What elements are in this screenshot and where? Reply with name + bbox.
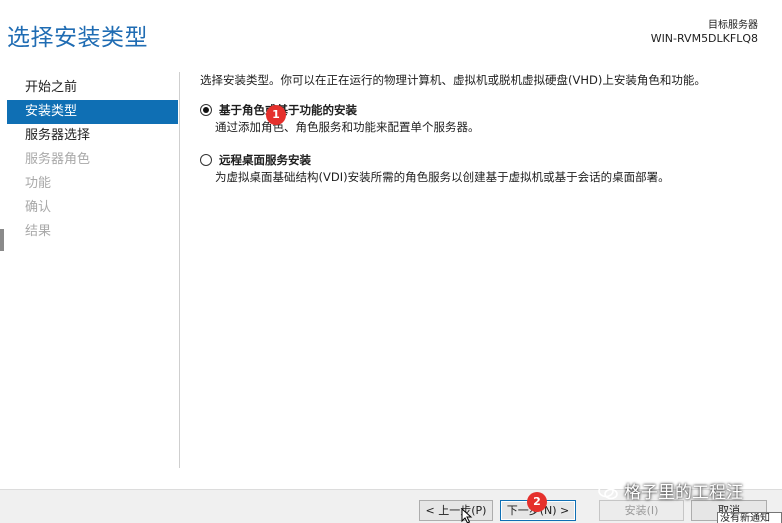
watermark: 格子里的工程汪 — [598, 478, 743, 503]
nav-divider — [179, 72, 180, 468]
previous-button[interactable]: < 上一步(P) — [419, 500, 493, 521]
nav-item-server-selection[interactable]: 服务器选择 — [7, 124, 178, 148]
option-description: 通过添加角色、角色服务和功能来配置单个服务器。 — [215, 120, 480, 134]
watermark-text: 格子里的工程汪 — [624, 483, 743, 503]
nav-item-confirmation: 确认 — [25, 200, 52, 215]
option-remote-desktop[interactable]: 远程桌面服务安装 为虚拟桌面基础结构(VDI)安装所需的角色服务以创建基于虚拟机… — [200, 152, 770, 185]
intro-text: 选择安装类型。你可以在正在运行的物理计算机、虚拟机或脱机虚拟硬盘(VHD)上安装… — [200, 73, 706, 87]
nav-item-server-roles: 服务器角色 — [25, 152, 91, 167]
radio-role-based[interactable] — [200, 104, 212, 116]
notification-tooltip: 没有新通知 — [717, 512, 782, 523]
mouse-cursor-icon — [461, 508, 473, 523]
option-description: 为虚拟桌面基础结构(VDI)安装所需的角色服务以创建基于虚拟机或基于会话的桌面部… — [215, 170, 670, 184]
nav-item-installation-type[interactable]: 安装类型 — [7, 100, 178, 124]
wechat-icon — [598, 484, 618, 500]
page-title: 选择安装类型 — [7, 25, 148, 51]
radio-remote-desktop[interactable] — [200, 154, 212, 166]
option-role-based[interactable]: 基于角色或基于功能的安装 通过添加角色、角色服务和功能来配置单个服务器。 — [200, 102, 770, 135]
nav-item-features: 功能 — [25, 176, 52, 191]
nav-item-before-you-begin[interactable]: 开始之前 — [7, 76, 178, 100]
destination-server-name: WIN-RVM5DLKFLQ8 — [650, 32, 758, 45]
main-content: 选择安装类型。你可以在正在运行的物理计算机、虚拟机或脱机虚拟硬盘(VHD)上安装… — [200, 72, 770, 185]
step-badge-2: 2 — [527, 492, 547, 512]
destination-server: 目标服务器 WIN-RVM5DLKFLQ8 — [651, 19, 758, 45]
nav-item-results: 结果 — [25, 224, 52, 239]
option-title[interactable]: 基于角色或基于功能的安装 — [219, 102, 770, 118]
step-badge-1: 1 — [266, 105, 286, 125]
install-button: 安装(I) — [599, 500, 684, 521]
destination-server-label: 目标服务器 — [708, 20, 758, 31]
option-title[interactable]: 远程桌面服务安装 — [219, 152, 770, 168]
wizard-nav: 开始之前 安装类型 服务器选择 服务器角色 功能 确认 结果 — [7, 76, 178, 244]
window-edge-marker — [0, 229, 4, 251]
